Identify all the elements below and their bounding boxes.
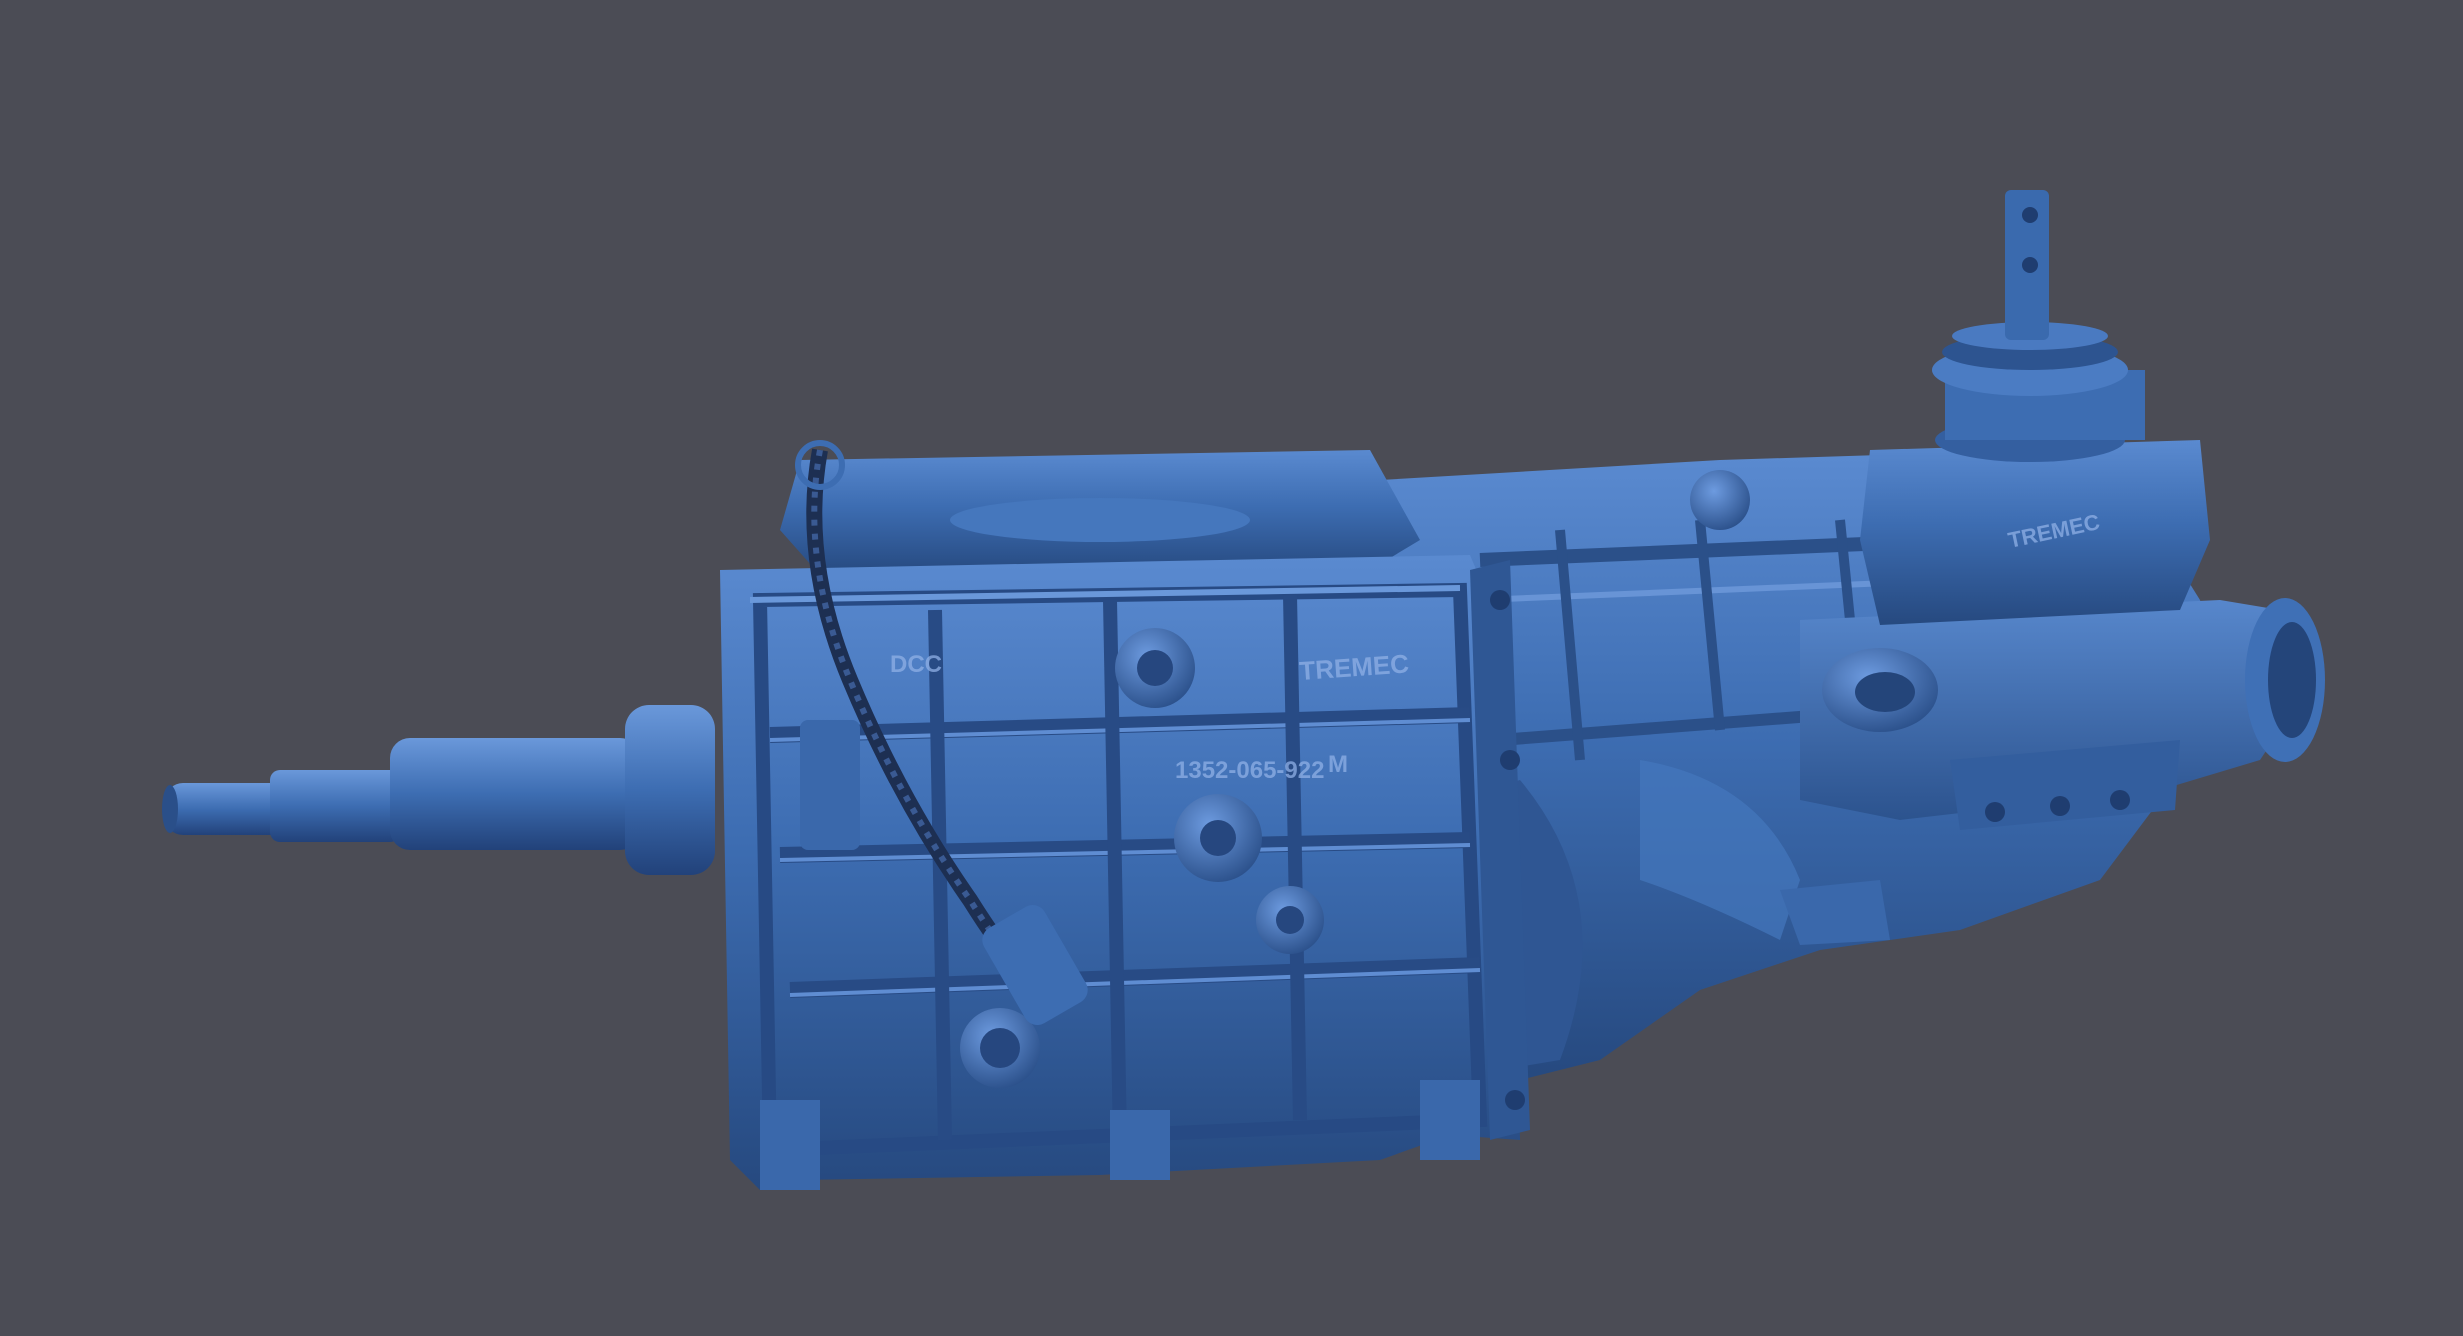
input-shaft (162, 705, 715, 875)
part-number-marking: 1352-065-922 (1175, 757, 1324, 784)
transmission-model[interactable]: TREMEC DCC TREMEC 1352-065-922 M (0, 0, 2463, 1336)
part-suffix-marking: M (1328, 751, 1348, 778)
shifter-tower: TREMEC (1860, 190, 2210, 625)
stamp-marking: DCC (890, 651, 942, 678)
3d-viewport[interactable]: TREMEC DCC TREMEC 1352-065-922 M (0, 0, 2463, 1336)
